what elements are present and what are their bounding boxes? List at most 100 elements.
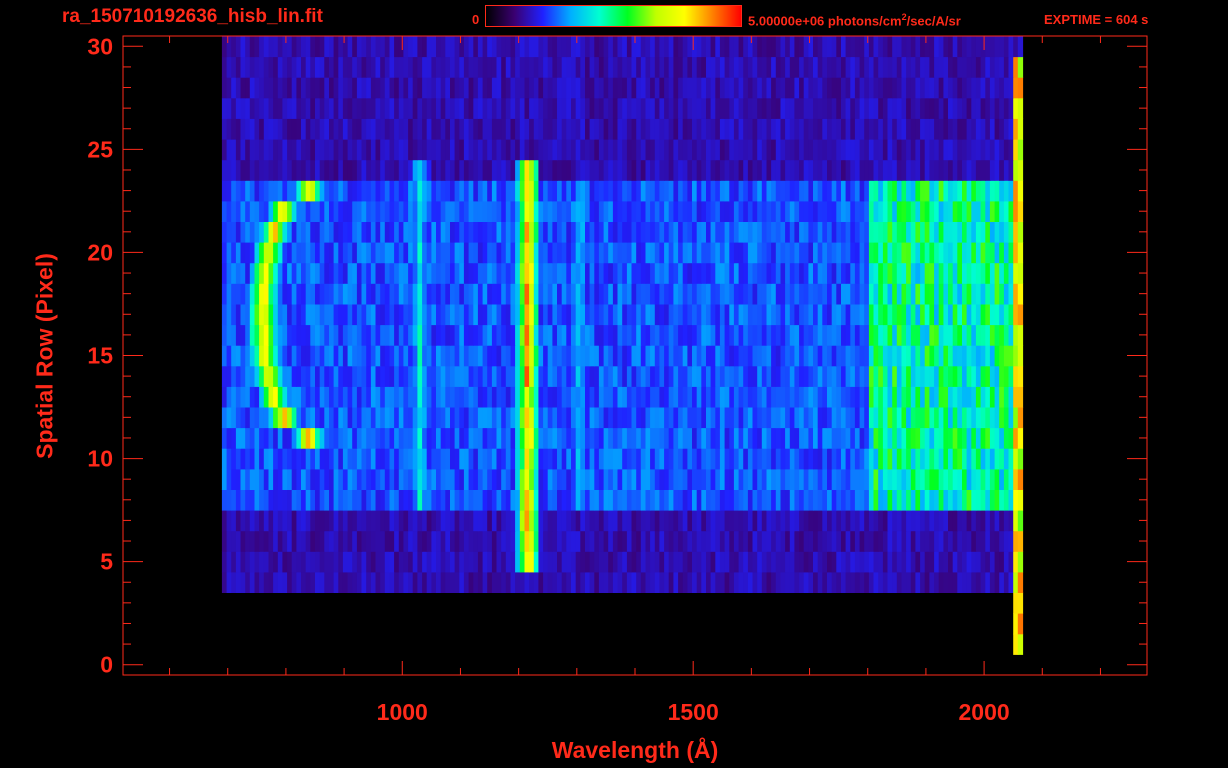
heatmap-cell <box>640 159 647 181</box>
heatmap-cell <box>766 97 772 119</box>
heatmap-cell <box>841 510 847 532</box>
heatmap-cell <box>501 448 507 470</box>
heatmap-cell <box>803 427 809 449</box>
heatmap-cell <box>552 510 558 532</box>
heatmap-cell <box>980 304 986 326</box>
heatmap-cell <box>529 448 535 470</box>
heatmap-cell <box>817 510 823 532</box>
heatmap-cell <box>329 345 335 367</box>
heatmap-cell <box>468 221 474 243</box>
heatmap-cell <box>813 551 819 573</box>
heatmap-cell <box>426 324 432 346</box>
heatmap-cell <box>724 304 730 326</box>
heatmap-cell <box>626 468 633 490</box>
heatmap-cell <box>966 159 972 181</box>
heatmap-cell <box>431 448 437 470</box>
heatmap-cell <box>868 242 875 264</box>
heatmap-cell <box>259 283 265 305</box>
heatmap-cell <box>412 304 418 326</box>
heatmap-cell <box>882 448 889 470</box>
heatmap-cell <box>831 262 837 284</box>
heatmap-cell <box>342 324 349 346</box>
heatmap-cell <box>822 489 828 511</box>
heatmap-cell <box>999 77 1005 99</box>
heatmap-cell <box>1017 304 1024 326</box>
heatmap-cell <box>850 97 856 119</box>
heatmap-cell <box>626 242 633 264</box>
heatmap-cell <box>901 180 907 202</box>
heatmap-cell <box>580 36 586 58</box>
heatmap-cell <box>598 221 605 243</box>
heatmap-cell <box>412 159 418 181</box>
heatmap-cell <box>240 262 246 284</box>
heatmap-cell <box>966 489 972 511</box>
heatmap-cell <box>836 427 842 449</box>
heatmap-cell <box>901 571 907 593</box>
heatmap-cell <box>235 262 242 284</box>
heatmap-cell <box>552 427 558 449</box>
heatmap-cell <box>738 386 744 408</box>
heatmap-cell <box>450 386 456 408</box>
heatmap-cell <box>305 510 311 532</box>
heatmap-cell <box>678 386 684 408</box>
heatmap-cell <box>645 510 651 532</box>
heatmap-cell <box>598 283 605 305</box>
heatmap-cell <box>864 304 870 326</box>
heatmap-cell <box>938 510 944 532</box>
heatmap-cell <box>394 139 400 161</box>
heatmap-cell <box>617 407 623 429</box>
heatmap-cell <box>608 221 614 243</box>
heatmap-cell <box>580 365 586 387</box>
heatmap-cell <box>519 448 526 470</box>
heatmap-cell <box>1017 97 1024 119</box>
heatmap-cell <box>529 200 535 222</box>
heatmap-cell <box>789 159 796 181</box>
heatmap-cell <box>249 489 256 511</box>
heatmap-cell <box>254 221 260 243</box>
heatmap-cell <box>389 242 395 264</box>
heatmap-cell <box>282 56 288 78</box>
heatmap-cell <box>785 407 791 429</box>
heatmap-cell <box>817 324 823 346</box>
heatmap-cell <box>1003 448 1010 470</box>
heatmap-cell <box>948 159 954 181</box>
heatmap-cell <box>259 510 265 532</box>
heatmap-cell <box>650 36 656 58</box>
heatmap-cell <box>617 77 623 99</box>
heatmap-cell <box>799 365 805 387</box>
heatmap-cell <box>394 468 400 490</box>
heatmap-cell <box>850 283 856 305</box>
heatmap-cell <box>533 36 540 58</box>
heatmap-cell <box>743 242 749 264</box>
heatmap-cell <box>338 551 344 573</box>
heatmap-cell <box>841 159 847 181</box>
heatmap-cell <box>324 407 330 429</box>
heatmap-cell <box>566 139 572 161</box>
heatmap-cell <box>422 262 428 284</box>
heatmap-cell <box>594 97 600 119</box>
heatmap-cell <box>538 304 544 326</box>
heatmap-cell <box>654 159 661 181</box>
heatmap-cell <box>459 97 465 119</box>
heatmap-cell <box>524 139 530 161</box>
heatmap-cell <box>985 304 991 326</box>
heatmap-cell <box>943 118 949 140</box>
heatmap-cell <box>901 365 907 387</box>
heatmap-cell <box>487 159 493 181</box>
heatmap-cell <box>547 551 553 573</box>
heatmap-cell <box>515 345 521 367</box>
heatmap-cell <box>780 97 786 119</box>
heatmap-cell <box>664 489 670 511</box>
heatmap-cell <box>622 304 628 326</box>
heatmap-cell <box>668 427 674 449</box>
heatmap-cell <box>859 510 865 532</box>
heatmap-cell <box>841 324 847 346</box>
heatmap-cell <box>715 283 721 305</box>
heatmap-cell <box>333 571 339 593</box>
heatmap-cell <box>710 118 716 140</box>
heatmap-cell <box>1017 221 1024 243</box>
heatmap-cell <box>296 427 302 449</box>
heatmap-cell <box>403 551 409 573</box>
heatmap-cell <box>794 489 800 511</box>
heatmap-cell <box>296 571 302 593</box>
